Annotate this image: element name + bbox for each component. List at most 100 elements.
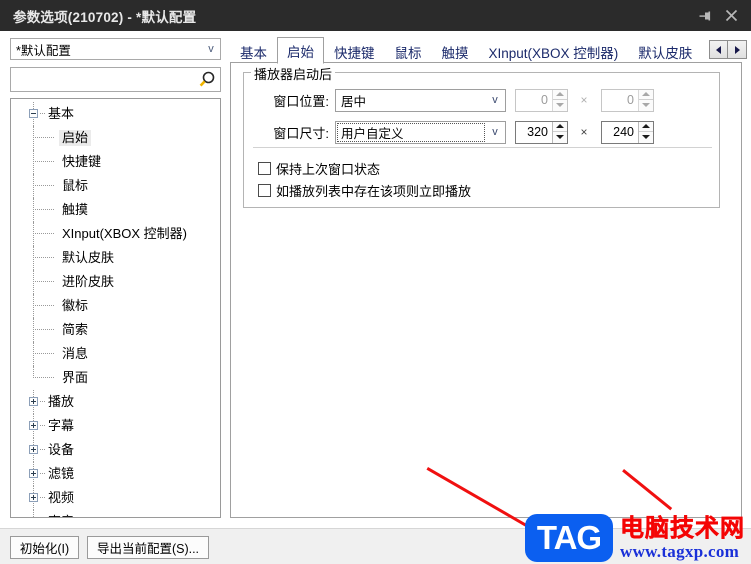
tree-item-label: 徽标 <box>62 298 89 313</box>
stepper-up-button[interactable] <box>553 89 567 100</box>
tree-connector <box>33 503 34 510</box>
stepper-down-button[interactable] <box>553 100 567 111</box>
window-width-stepper-buttons[interactable] <box>552 121 567 143</box>
tree-connector <box>40 497 45 498</box>
play-immediately-checkbox[interactable]: 如播放列表中存在该项则立即播放 <box>258 181 471 200</box>
profile-select[interactable]: *默认配置 v <box>10 38 221 60</box>
caret-down-icon <box>642 103 650 108</box>
window-size-value: 用户自定义 <box>337 122 485 142</box>
tab-label: 快捷键 <box>334 46 375 61</box>
checkbox-box[interactable] <box>258 184 271 197</box>
caret-down-icon <box>642 135 650 140</box>
window-position-select[interactable]: 居中 v <box>335 88 506 112</box>
tree-item[interactable]: 触摸 <box>11 198 220 222</box>
tab-3[interactable]: 鼠标 <box>385 39 432 64</box>
tree-item[interactable]: 启始 <box>11 126 220 150</box>
tree-item[interactable]: XInput(XBOX 控制器) <box>11 222 220 246</box>
tree-item[interactable]: 快捷键 <box>11 150 220 174</box>
tree-item[interactable]: 徽标 <box>11 294 220 318</box>
expand-icon[interactable] <box>29 493 38 502</box>
tab-4[interactable]: 触摸 <box>432 39 479 64</box>
caret-up-icon <box>556 124 564 129</box>
startup-group-title: 播放器启动后 <box>251 64 336 83</box>
tab-label: 鼠标 <box>394 46 422 61</box>
tree-item[interactable]: 鼠标 <box>11 174 220 198</box>
window-size-select[interactable]: 用户自定义 v <box>335 120 506 144</box>
search-input[interactable] <box>11 69 194 90</box>
tree-item[interactable]: 声音 <box>11 510 220 518</box>
group-divider <box>253 147 712 148</box>
tab-0[interactable]: 基本 <box>230 39 277 64</box>
tree-item[interactable]: 进阶皮肤 <box>11 270 220 294</box>
tab-scroll-right-button[interactable] <box>728 40 747 59</box>
tree-item[interactable]: 消息 <box>11 342 220 366</box>
tree-item[interactable]: 字幕 <box>11 414 220 438</box>
export-config-button[interactable]: 导出当前配置(S)... <box>87 536 209 559</box>
checkbox-box[interactable] <box>258 162 271 175</box>
tree-connector <box>33 377 54 378</box>
watermark-site-name: 电脑技术网 <box>620 514 745 542</box>
keep-last-window-state-checkbox[interactable]: 保持上次窗口状态 <box>258 159 380 178</box>
tree-connector <box>33 342 34 366</box>
tree-item[interactable]: 界面 <box>11 366 220 390</box>
expand-icon[interactable] <box>29 445 38 454</box>
search-box[interactable] <box>10 67 221 92</box>
window-position-row: 窗口位置: 居中 v 0 × 0 <box>253 88 654 112</box>
expand-icon[interactable] <box>29 421 38 430</box>
window-height-stepper[interactable]: 240 <box>601 120 654 144</box>
window-position-x-stepper[interactable]: 0 <box>515 88 568 112</box>
watermark: TAG 电脑技术网 www.tagxp.com <box>525 512 751 564</box>
pin-icon[interactable] <box>693 4 717 28</box>
tree-item[interactable]: 简索 <box>11 318 220 342</box>
tree-item[interactable]: 设备 <box>11 438 220 462</box>
tree-connector <box>33 390 34 397</box>
startup-group: 播放器启动后 窗口位置: 居中 v 0 × 0 窗口尺寸: 用户自定义 v 32… <box>243 64 720 208</box>
window-height-stepper-buttons[interactable] <box>638 121 653 143</box>
window-position-value: 居中 <box>341 94 367 109</box>
stepper-down-button[interactable] <box>639 100 653 111</box>
settings-tree[interactable]: 基本 启始 快捷键 鼠标 触摸 XInput(XBOX 控制器) 默认皮肤 进阶皮肤徽标简索消… <box>10 98 221 518</box>
window-size-separator: × <box>580 125 588 139</box>
chevron-down-icon: v <box>208 43 214 55</box>
close-icon[interactable] <box>719 4 743 28</box>
tree-connector <box>33 318 34 342</box>
tree-item-label: 字幕 <box>48 418 75 433</box>
tree-connector <box>33 137 54 138</box>
tree-item[interactable]: 滤镜 <box>11 462 220 486</box>
tree-item[interactable]: 默认皮肤 <box>11 246 220 270</box>
window-position-y-stepper[interactable]: 0 <box>601 88 654 112</box>
stepper-up-button[interactable] <box>553 121 567 132</box>
tab-scroll-left-button[interactable] <box>709 40 728 59</box>
stepper-down-button[interactable] <box>639 132 653 143</box>
tree-connector <box>40 425 45 426</box>
stepper-up-button[interactable] <box>639 121 653 132</box>
window-width-stepper[interactable]: 320 <box>515 120 568 144</box>
search-icon[interactable] <box>194 71 220 89</box>
window-position-x-value: 0 <box>541 93 548 107</box>
tree-item[interactable]: 播放 <box>11 390 220 414</box>
expand-icon[interactable] <box>29 397 38 406</box>
window-position-y-stepper-buttons[interactable] <box>638 89 653 111</box>
expand-icon[interactable] <box>29 517 38 518</box>
stepper-down-button[interactable] <box>553 132 567 143</box>
initialize-button[interactable]: 初始化(I) <box>10 536 79 559</box>
tree-connector <box>33 119 34 126</box>
tree-item[interactable]: 基本 <box>11 102 220 126</box>
caret-down-icon <box>556 103 564 108</box>
tree-item[interactable]: 视频 <box>11 486 220 510</box>
tab-5[interactable]: XInput(XBOX 控制器) <box>479 39 629 64</box>
tree-item-label: 声音 <box>45 514 77 517</box>
tree-connector <box>40 113 45 114</box>
tab-1[interactable]: 启始 <box>277 37 324 64</box>
window-position-separator: × <box>580 93 588 107</box>
tab-2[interactable]: 快捷键 <box>324 39 385 64</box>
tab-6[interactable]: 默认皮肤 <box>628 39 702 64</box>
chevron-right-icon <box>734 45 740 54</box>
window-position-x-stepper-buttons[interactable] <box>552 89 567 111</box>
tree-connector <box>33 281 54 282</box>
tab-bar: 基本启始快捷键鼠标触摸XInput(XBOX 控制器)默认皮肤进 <box>230 34 751 64</box>
collapse-icon[interactable] <box>29 109 38 118</box>
expand-icon[interactable] <box>29 469 38 478</box>
stepper-up-button[interactable] <box>639 89 653 100</box>
sidebar: *默认配置 v 基本 启始 快捷键 鼠标 触摸 XInput(XBOX 控制器) 默认皮肤进… <box>0 31 230 528</box>
